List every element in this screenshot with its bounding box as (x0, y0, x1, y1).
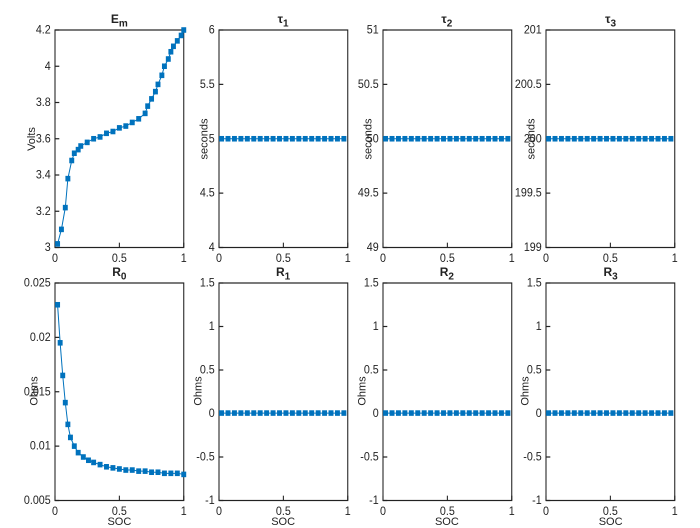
svg-text:0.01: 0.01 (30, 440, 51, 453)
y-axis-label: seconds (198, 118, 210, 159)
y-axis-label: Ohms (29, 377, 41, 406)
svg-text:1: 1 (508, 252, 514, 265)
plot-area: 00.5144.555.56 (219, 30, 348, 248)
svg-text:0.025: 0.025 (24, 277, 51, 290)
panel-R1: R1OhmsSOC00.51-1-0.500.511.5 (219, 283, 348, 501)
svg-text:49: 49 (366, 242, 378, 255)
x-axis-label: SOC (546, 516, 675, 528)
svg-text:3.8: 3.8 (36, 97, 51, 110)
svg-text:-0.5: -0.5 (524, 451, 542, 464)
plot-area: 00.51-1-0.500.511.5 (546, 283, 675, 501)
svg-text:-0.5: -0.5 (196, 451, 214, 464)
svg-text:1.5: 1.5 (200, 277, 215, 290)
svg-text:199: 199 (524, 242, 542, 255)
y-axis-label: seconds (362, 118, 374, 159)
plot-area: 00.5133.23.43.63.844.2 (55, 30, 184, 248)
chart-title: τ1 (219, 12, 348, 29)
plot-area: 00.51-1-0.500.511.5 (219, 283, 348, 501)
chart-title: R0 (55, 265, 184, 282)
y-axis-label: Volts (26, 127, 38, 151)
panel-tau2: τ2seconds00.514949.55050.551 (383, 30, 512, 248)
chart-title: R2 (383, 265, 512, 282)
chart-title: R1 (219, 265, 348, 282)
svg-text:-1: -1 (369, 494, 379, 507)
panel-tau3: τ3seconds00.51199199.5200200.5201 (546, 30, 675, 248)
svg-text:0.5: 0.5 (200, 364, 215, 377)
svg-text:201: 201 (524, 24, 542, 37)
svg-text:0: 0 (216, 252, 222, 265)
svg-text:3.6: 3.6 (36, 133, 51, 146)
y-axis-label: seconds (526, 118, 538, 159)
svg-text:0.02: 0.02 (30, 331, 51, 344)
svg-text:0.5: 0.5 (439, 252, 454, 265)
svg-text:3.4: 3.4 (36, 169, 52, 182)
svg-text:0.5: 0.5 (603, 252, 618, 265)
chart-grid: EmVolts00.5133.23.43.63.844.2 τ1seconds00… (55, 30, 675, 500)
svg-text:-0.5: -0.5 (360, 451, 378, 464)
svg-text:0: 0 (380, 252, 386, 265)
svg-text:0: 0 (52, 252, 58, 265)
svg-text:0.005: 0.005 (24, 494, 51, 507)
plot-area: 00.510.0050.010.0150.020.025 (55, 283, 184, 501)
svg-text:0: 0 (372, 407, 378, 420)
svg-text:51: 51 (366, 24, 378, 37)
svg-text:-1: -1 (532, 494, 542, 507)
chart-title: τ2 (383, 12, 512, 29)
svg-text:1: 1 (209, 320, 215, 333)
chart-title: R3 (546, 265, 675, 282)
svg-text:1: 1 (536, 320, 542, 333)
panel-R0: R0OhmsSOC00.510.0050.010.0150.020.025 (55, 283, 184, 501)
svg-text:1.5: 1.5 (527, 277, 542, 290)
chart-title: τ3 (546, 12, 675, 29)
chart-title: Em (55, 12, 184, 29)
svg-text:0: 0 (543, 252, 549, 265)
panel-R3: R3OhmsSOC00.51-1-0.500.511.5 (546, 283, 675, 501)
svg-text:200.5: 200.5 (515, 78, 542, 91)
svg-text:-1: -1 (205, 494, 215, 507)
svg-text:3: 3 (45, 242, 51, 255)
y-axis-label: Ohms (356, 377, 368, 406)
x-axis-label: SOC (55, 516, 184, 528)
svg-text:4: 4 (45, 60, 52, 73)
y-axis-label: Ohms (192, 377, 204, 406)
svg-text:4: 4 (209, 242, 216, 255)
x-axis-label: SOC (383, 516, 512, 528)
svg-text:0.5: 0.5 (363, 364, 378, 377)
svg-text:0.5: 0.5 (276, 252, 291, 265)
svg-text:0.5: 0.5 (112, 252, 127, 265)
x-axis-label: SOC (219, 516, 348, 528)
svg-text:4.2: 4.2 (36, 24, 51, 37)
svg-text:4.5: 4.5 (200, 187, 215, 200)
svg-text:0.5: 0.5 (527, 364, 542, 377)
svg-text:1.5: 1.5 (363, 277, 378, 290)
plot-area: 00.514949.55050.551 (383, 30, 512, 248)
panel-Em: EmVolts00.5133.23.43.63.844.2 (55, 30, 184, 248)
panel-tau1: τ1seconds00.5144.555.56 (219, 30, 348, 248)
svg-text:3.2: 3.2 (36, 205, 51, 218)
y-axis-label: Ohms (520, 377, 532, 406)
svg-text:199.5: 199.5 (515, 187, 542, 200)
svg-text:49.5: 49.5 (357, 187, 378, 200)
panel-R2: R2OhmsSOC00.51-1-0.500.511.5 (383, 283, 512, 501)
svg-text:0: 0 (536, 407, 542, 420)
svg-text:50.5: 50.5 (357, 78, 378, 91)
svg-text:5.5: 5.5 (200, 78, 215, 91)
plot-area: 00.51199199.5200200.5201 (546, 30, 675, 248)
svg-text:0: 0 (209, 407, 215, 420)
svg-text:6: 6 (209, 24, 215, 37)
svg-text:1: 1 (181, 252, 187, 265)
svg-text:1: 1 (345, 252, 351, 265)
svg-text:1: 1 (372, 320, 378, 333)
svg-text:1: 1 (672, 252, 678, 265)
plot-area: 00.51-1-0.500.511.5 (383, 283, 512, 501)
